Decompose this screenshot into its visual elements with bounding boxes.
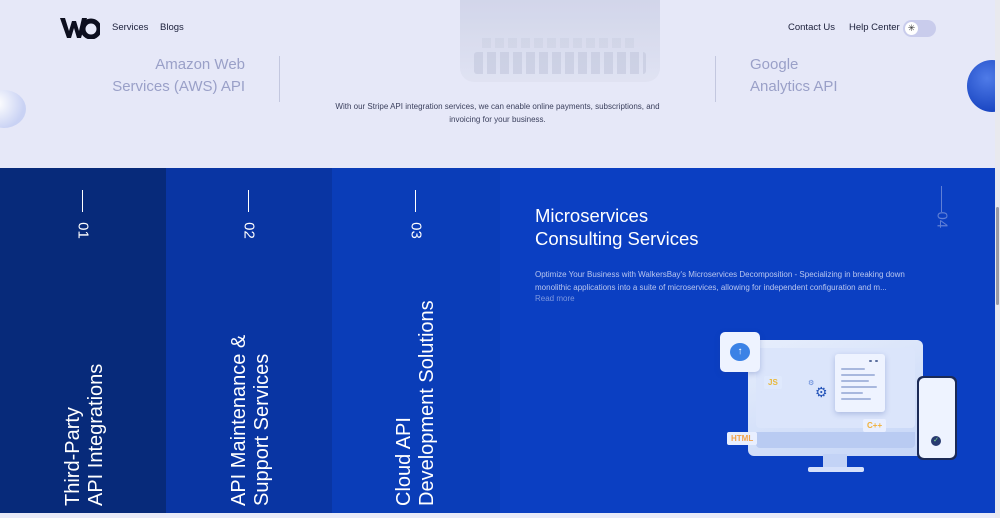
service-title-line: Microservices <box>535 205 649 226</box>
html-tag: HTML <box>727 432 758 445</box>
service-number: 04 <box>932 186 952 246</box>
nav-services-link[interactable]: Services <box>112 22 148 33</box>
service-panel-04-active: 04 Microservices Consulting Services Opt… <box>500 168 995 513</box>
nav-blogs-link[interactable]: Blogs <box>160 22 184 33</box>
description-line: monolithic applications into a suite of … <box>535 283 887 292</box>
active-service-title: Microservices Consulting Services <box>535 204 755 250</box>
api-name-line: Analytics API <box>750 78 838 95</box>
theme-toggle[interactable]: ✳ <box>903 20 936 37</box>
api-name-line: Google <box>750 56 799 73</box>
description-line: With our Stripe API integration services… <box>335 102 660 111</box>
walkersbay-logo[interactable] <box>60 17 100 39</box>
gear-icon: ⚙ <box>808 380 815 387</box>
nav-help-center-link[interactable]: Help Center <box>849 22 900 33</box>
service-panel-02[interactable]: 02 API Maintenance & Support Services <box>166 168 332 513</box>
service-title: API Maintenance & Support Services <box>228 206 288 506</box>
gear-icon: ⚙ <box>815 384 828 400</box>
service-title-line: Cloud API <box>393 417 415 506</box>
cpp-tag: C++ <box>863 419 887 432</box>
phone-graphic: ✓ <box>917 376 957 460</box>
service-title-line: Support Services <box>251 353 273 506</box>
service-title-line: API Maintenance & <box>228 334 250 506</box>
laptop-image <box>460 0 660 82</box>
code-window-graphic <box>835 354 885 412</box>
api-name-line: Amazon Web <box>155 56 245 73</box>
api-name-aws: Amazon Web Services (AWS) API <box>100 54 245 98</box>
description-line: invoicing for your business. <box>449 115 546 124</box>
service-title-line: Consulting Services <box>535 228 699 249</box>
microservices-illustration: ↑ JS HTML C++ ⚙ ⚙ ✓ <box>720 328 970 478</box>
active-service-description: Optimize Your Business with WalkersBay's… <box>535 268 935 294</box>
api-name-google-analytics: Google Analytics API <box>750 54 880 98</box>
hero-section: Services Blogs Contact Us Help Center ✳ … <box>0 0 995 168</box>
nav-contact-us-link[interactable]: Contact Us <box>788 22 835 33</box>
stripe-description: With our Stripe API integration services… <box>310 100 685 126</box>
scrollbar-thumb[interactable] <box>996 207 999 305</box>
page-scrollbar[interactable] <box>995 0 1000 518</box>
service-title-line: Third-Party <box>62 407 84 506</box>
service-title-line: Development Solutions <box>416 300 438 506</box>
service-panel-03[interactable]: 03 Cloud API Development Solutions <box>332 168 500 513</box>
service-title-line: API Integrations <box>85 363 107 506</box>
api-name-line: Services (AWS) API <box>112 78 245 95</box>
check-icon: ✓ <box>931 436 941 446</box>
cloud-upload-icon: ↑ <box>720 332 760 372</box>
decorative-sphere-left <box>0 90 26 128</box>
sun-icon: ✳ <box>905 22 918 35</box>
js-tag: JS <box>764 376 782 389</box>
service-title: Cloud API Development Solutions <box>393 206 453 506</box>
service-title: Third-Party API Integrations <box>62 206 122 506</box>
service-number-text: 04 <box>933 211 951 229</box>
read-more-link[interactable]: Read more <box>535 294 575 303</box>
next-section-edge <box>0 513 995 518</box>
divider <box>279 56 280 102</box>
description-line: Optimize Your Business with WalkersBay's… <box>535 270 905 279</box>
service-panel-01[interactable]: 01 Third-Party API Integrations <box>0 168 166 513</box>
divider <box>715 56 716 102</box>
